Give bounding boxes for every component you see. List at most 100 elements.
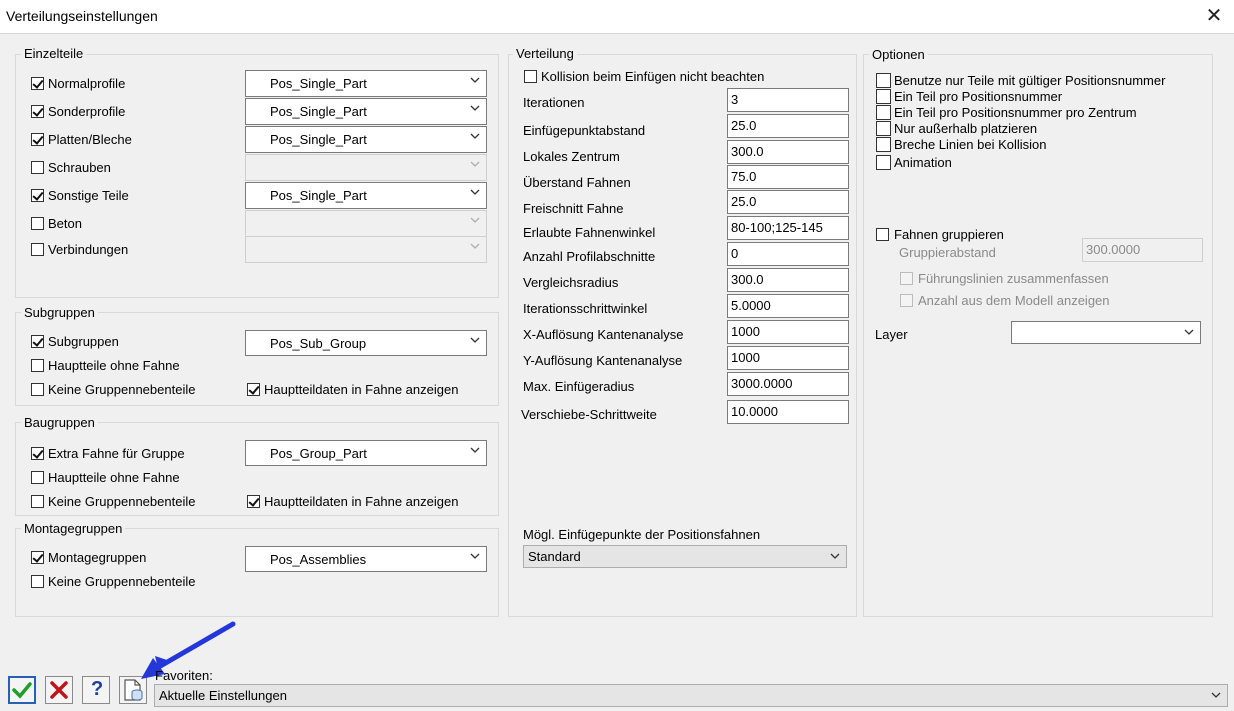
chevron-down-icon bbox=[470, 133, 480, 139]
verteilung-field-input[interactable]: 80-100;125-145 bbox=[727, 216, 849, 240]
verteilung-field-input[interactable]: 3000.0000 bbox=[727, 372, 849, 396]
baugruppen-hauptdaten-label: Hauptteildaten in Fahne anzeigen bbox=[264, 494, 459, 509]
favoriten-select[interactable]: Aktuelle Einstellungen bbox=[154, 684, 1228, 707]
verteilung-field-input[interactable]: 25.0 bbox=[727, 114, 849, 138]
baugruppen-keine-neben-checkbox[interactable] bbox=[31, 495, 44, 508]
ok-button[interactable] bbox=[8, 676, 36, 704]
verteilung-field-input[interactable]: 5.0000 bbox=[727, 294, 849, 318]
montagegruppen-checkbox[interactable] bbox=[31, 551, 44, 564]
close-icon[interactable]: ✕ bbox=[1202, 4, 1226, 28]
verteilung-field-input[interactable]: 0 bbox=[727, 242, 849, 266]
verteilung-field-value: 3000.0000 bbox=[731, 376, 793, 391]
baugruppen-keine-neben-label: Keine Gruppennebenteile bbox=[48, 494, 196, 509]
chevron-down-icon bbox=[1184, 329, 1194, 335]
subgruppen-checkbox[interactable] bbox=[31, 335, 44, 348]
einzelteile-checkbox[interactable] bbox=[31, 217, 44, 230]
verteilung-title: Verteilung bbox=[513, 46, 577, 61]
einzelteile-select[interactable]: Pos_Single_Part bbox=[245, 70, 487, 97]
option-checkbox[interactable] bbox=[876, 73, 891, 88]
baugruppen-hauptdaten-checkbox[interactable] bbox=[247, 495, 260, 508]
einzelteile-select[interactable]: Pos_Single_Part bbox=[245, 126, 487, 153]
option-checkbox[interactable] bbox=[876, 137, 891, 152]
option-label: Breche Linien bei Kollision bbox=[894, 137, 1047, 152]
verteilung-field-label: Iterationen bbox=[523, 95, 585, 110]
einzelteile-label: Schrauben bbox=[48, 160, 111, 175]
einzelteile-checkbox[interactable] bbox=[31, 77, 44, 90]
einzelteile-label: Verbindungen bbox=[48, 242, 129, 257]
verteilung-field-input[interactable]: 300.0 bbox=[727, 268, 849, 292]
gruppierabstand-input[interactable]: 300.0000 bbox=[1082, 238, 1203, 262]
baugruppen-select[interactable]: Pos_Group_Part bbox=[245, 440, 487, 466]
montagegruppen-select[interactable]: Pos_Assemblies bbox=[245, 546, 487, 572]
montagegruppen-keine-neben-checkbox[interactable] bbox=[31, 575, 44, 588]
favoriten-label: Favoriten: bbox=[155, 668, 213, 683]
verteilung-field-value: 10.0000 bbox=[731, 404, 778, 419]
einzelteile-label: Normalprofile bbox=[48, 76, 126, 91]
verteilung-field-value: 75.0 bbox=[731, 169, 757, 184]
option-checkbox[interactable] bbox=[876, 105, 891, 120]
gruppierabstand-value: 300.0000 bbox=[1086, 242, 1141, 257]
option-checkbox[interactable] bbox=[876, 89, 891, 104]
verteilung-field-input[interactable]: 3 bbox=[727, 88, 849, 112]
verteilung-field-label: X-Auflösung Kantenanalyse bbox=[523, 327, 684, 342]
anzahl-modell-checkbox[interactable] bbox=[900, 294, 913, 307]
fahnen-gruppieren-checkbox[interactable] bbox=[876, 228, 889, 241]
baugruppen-select-value: Pos_Group_Part bbox=[270, 446, 367, 461]
verteilung-field-input[interactable]: 25.0 bbox=[727, 190, 849, 214]
verteilung-field-value: 25.0 bbox=[731, 118, 757, 133]
einzelteile-checkbox[interactable] bbox=[31, 243, 44, 256]
verteilung-field-value: 0 bbox=[731, 246, 739, 261]
chevron-down-icon bbox=[470, 77, 480, 83]
chevron-down-icon bbox=[470, 189, 480, 195]
montagegruppen-keine-neben-label: Keine Gruppennebenteile bbox=[48, 574, 196, 589]
verteilung-field-value: 80-100;125-145 bbox=[731, 220, 823, 235]
einzelteile-select[interactable]: Pos_Single_Part bbox=[245, 182, 487, 209]
option-checkbox[interactable] bbox=[876, 121, 891, 136]
einzelteile-select[interactable] bbox=[245, 154, 487, 181]
option-label: Ein Teil pro Positionsnummer pro Zentrum bbox=[894, 105, 1137, 120]
kollision-label: Kollision beim Einfügen nicht beachten bbox=[541, 69, 765, 84]
baugruppen-title: Baugruppen bbox=[21, 415, 98, 430]
verteilung-field-label: Erlaubte Fahnenwinkel bbox=[523, 225, 656, 240]
subgruppen-keine-neben-label: Keine Gruppennebenteile bbox=[48, 382, 196, 397]
verteilung-field-input[interactable]: 75.0 bbox=[727, 165, 849, 189]
subgruppen-select[interactable]: Pos_Sub_Group bbox=[245, 330, 487, 356]
subgruppen-keine-neben-checkbox[interactable] bbox=[31, 383, 44, 396]
einzelteile-checkbox[interactable] bbox=[31, 161, 44, 174]
subgruppen-select-value: Pos_Sub_Group bbox=[270, 336, 367, 351]
verteilung-field-input[interactable]: 10.0000 bbox=[727, 400, 849, 424]
baugruppen-checkbox[interactable] bbox=[31, 447, 44, 460]
chevron-down-icon bbox=[470, 161, 480, 167]
einfuege-select[interactable]: Standard bbox=[523, 545, 847, 568]
einzelteile-select[interactable] bbox=[245, 236, 487, 263]
einzelteile-select[interactable]: Pos_Single_Part bbox=[245, 98, 487, 125]
verteilung-field-input[interactable]: 300.0 bbox=[727, 140, 849, 164]
einzelteile-select-value: Pos_Single_Part bbox=[270, 76, 367, 91]
verteilung-field-input[interactable]: 1000 bbox=[727, 346, 849, 370]
cancel-button[interactable] bbox=[45, 676, 73, 704]
einzelteile-checkbox[interactable] bbox=[31, 133, 44, 146]
kollision-checkbox[interactable] bbox=[524, 70, 537, 83]
option-checkbox[interactable] bbox=[876, 155, 891, 170]
verteilung-field-value: 25.0 bbox=[731, 194, 757, 209]
verteilung-field-label: Y-Auflösung Kantenanalyse bbox=[523, 353, 683, 368]
subgruppen-hauptdaten-checkbox[interactable] bbox=[247, 383, 260, 396]
einzelteile-select-value: Pos_Single_Part bbox=[270, 188, 367, 203]
help-button[interactable]: ? bbox=[82, 676, 110, 704]
verteilung-field-value: 300.0 bbox=[731, 144, 764, 159]
montagegruppen-select-value: Pos_Assemblies bbox=[270, 552, 367, 567]
verteilung-field-input[interactable]: 1000 bbox=[727, 320, 849, 344]
montagegruppen-label: Montagegruppen bbox=[48, 550, 147, 565]
baugruppen-ohne-fahne-checkbox[interactable] bbox=[31, 471, 44, 484]
verteilung-field-value: 5.0000 bbox=[731, 298, 771, 313]
chevron-down-icon bbox=[470, 337, 480, 343]
einzelteile-title: Einzelteile bbox=[21, 46, 87, 61]
fuehrungslinien-checkbox[interactable] bbox=[900, 272, 913, 285]
layer-select[interactable] bbox=[1011, 321, 1201, 344]
einzelteile-checkbox[interactable] bbox=[31, 189, 44, 202]
einzelteile-select[interactable] bbox=[245, 210, 487, 237]
cross-icon bbox=[50, 681, 68, 699]
subgruppen-ohne-fahne-checkbox[interactable] bbox=[31, 359, 44, 372]
einzelteile-checkbox[interactable] bbox=[31, 105, 44, 118]
verteilung-field-label: Max. Einfügeradius bbox=[523, 379, 635, 394]
